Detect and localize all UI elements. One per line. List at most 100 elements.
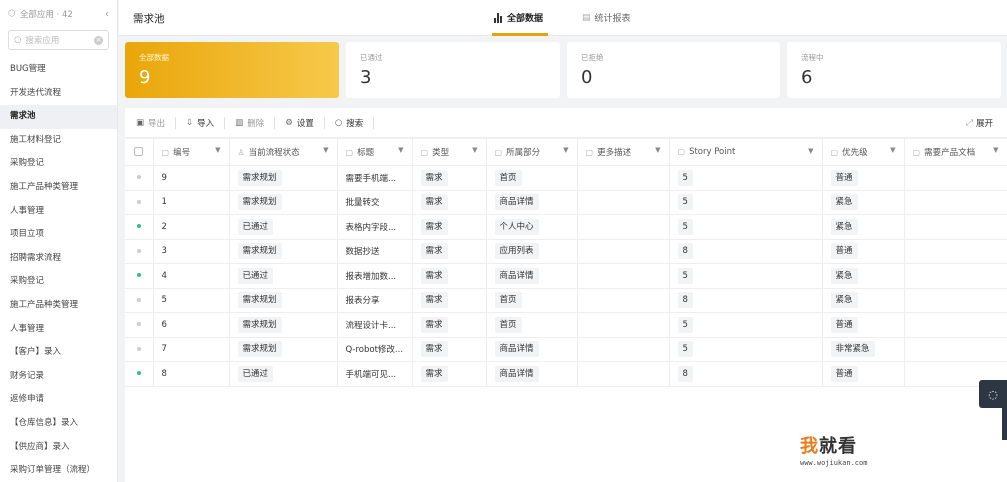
cell-title[interactable]: 流程设计卡... [337,312,413,338]
cell-id[interactable]: 6 [153,312,230,338]
cell-part[interactable]: 商品详情 [486,337,578,362]
cell-doc[interactable] [904,263,1007,289]
sidebar-item[interactable]: 采购订单管理（流程） [0,459,117,482]
row-status-cell[interactable] [125,190,154,215]
table-row[interactable]: 6 需求规划 流程设计卡... 需求 首页 5 普通 [125,312,1007,338]
sidebar-item[interactable]: 施工产品种类管理 [0,176,117,200]
cell-status[interactable]: 已通过 [229,263,338,289]
cell-status[interactable]: 需求规划 [229,239,338,264]
column-header-part[interactable]: ▢ 所属部分 ▼ [486,138,578,166]
stat-card-all[interactable]: 全部数据 9 [125,42,339,98]
select-all-cell[interactable] [125,138,154,166]
table-row[interactable]: 4 已通过 报表增加数... 需求 商品详情 5 紧急 [125,263,1007,289]
sidebar-item[interactable]: 采购登记 [0,152,117,176]
column-menu-icon[interactable]: ▼ [563,146,568,154]
cell-type[interactable]: 需求 [412,312,487,338]
sidebar-item[interactable]: 财务记录 [0,365,117,389]
column-menu-icon[interactable]: ▼ [323,146,328,154]
column-header-status[interactable]: ♙ 当前流程状态 ▼ [229,138,338,166]
cell-desc[interactable] [577,214,670,240]
cell-id[interactable]: 8 [153,361,230,387]
cell-part[interactable]: 首页 [486,312,578,338]
cell-story-point[interactable]: 8 [669,239,823,264]
cell-story-point[interactable]: 5 [669,214,823,240]
sidebar-item[interactable]: 项目立项 [0,223,117,247]
export-button[interactable]: ▣ 导出 [136,117,165,129]
cell-title[interactable]: 报表分享 [337,288,413,313]
search-button[interactable]: ○ 搜索 [335,117,363,129]
cell-id[interactable]: 3 [153,239,230,264]
sidebar-item[interactable]: 返修申请 [0,388,117,412]
stat-card-rejected[interactable]: 已拒绝 0 [567,42,780,98]
cell-part[interactable]: 商品详情 [486,361,578,387]
cell-priority[interactable]: 紧急 [822,263,905,289]
row-status-cell[interactable] [125,337,154,362]
sidebar-item[interactable]: BUG管理 [0,58,117,82]
cell-part[interactable]: 首页 [486,288,578,313]
sidebar-item[interactable]: 招聘需求流程 [0,247,117,271]
chat-button[interactable]: ◌ [979,380,1007,408]
cell-status[interactable]: 已通过 [229,361,338,387]
cell-type[interactable]: 需求 [412,239,487,264]
cell-priority[interactable]: 普通 [822,239,905,264]
column-menu-icon[interactable]: ▼ [993,146,998,154]
cell-id[interactable]: 7 [153,337,230,362]
sidebar-item[interactable]: 采购登记 [0,270,117,294]
stat-card-approved[interactable]: 已通过 3 [346,42,560,98]
cell-doc[interactable] [904,337,1007,362]
cell-id[interactable]: 5 [153,288,230,313]
cell-doc[interactable] [904,288,1007,313]
cell-status[interactable]: 已通过 [229,214,338,240]
cell-status[interactable]: 需求规划 [229,312,338,338]
table-row[interactable]: 7 需求规划 Q-robot修改... 需求 商品详情 5 非常紧急 [125,337,1007,362]
select-all-checkbox[interactable] [134,147,144,156]
tab-all-data[interactable]: 全部数据 [494,11,543,24]
cell-status[interactable]: 需求规划 [229,165,338,191]
cell-title[interactable]: 需要手机端... [337,165,413,191]
sidebar-item[interactable]: 人事管理 [0,200,117,224]
cell-type[interactable]: 需求 [412,190,487,215]
cell-part[interactable]: 首页 [486,165,578,191]
cell-type[interactable]: 需求 [412,165,487,191]
cell-priority[interactable]: 紧急 [822,190,905,215]
cell-title[interactable]: 表格内字段... [337,214,413,240]
column-header-priority[interactable]: ▢ 优先级 ▼ [822,138,905,166]
cell-status[interactable]: 需求规划 [229,337,338,362]
sidebar-item[interactable]: 人事管理 [0,318,117,342]
cell-desc[interactable] [577,361,670,387]
sidebar-item[interactable]: 【仓库信息】录入 [0,412,117,436]
cell-priority[interactable]: 紧急 [822,288,905,313]
cell-title[interactable]: 报表增加数... [337,263,413,289]
row-status-cell[interactable] [125,312,154,338]
cell-desc[interactable] [577,312,670,338]
cell-priority[interactable]: 普通 [822,361,905,387]
column-menu-icon[interactable]: ▼ [472,146,477,154]
cell-type[interactable]: 需求 [412,263,487,289]
cell-doc[interactable] [904,214,1007,240]
row-status-cell[interactable] [125,214,154,240]
sidebar-item[interactable]: 施工材料登记 [0,129,117,153]
column-header-title[interactable]: ▢ 标题 ▼ [337,138,413,166]
sidebar-item[interactable]: 开发迭代流程 [0,82,117,106]
cell-id[interactable]: 9 [153,165,230,191]
settings-button[interactable]: ⚙ 设置 [285,117,314,129]
row-status-cell[interactable] [125,165,154,191]
cell-part[interactable]: 商品详情 [486,190,578,215]
collapse-sidebar-icon[interactable]: ‹ [105,9,109,20]
column-header-story-point[interactable]: ▢ Story Point ▼ [669,138,823,166]
column-menu-icon[interactable]: ▼ [215,146,220,154]
cell-priority[interactable]: 普通 [822,312,905,338]
cell-title[interactable]: 批量转交 [337,190,413,215]
column-header-desc[interactable]: ▢ 更多描述 ▼ [577,138,670,166]
cell-part[interactable]: 商品详情 [486,263,578,289]
cell-status[interactable]: 需求规划 [229,190,338,215]
delete-button[interactable]: ▥ 删除 [235,117,264,129]
cell-type[interactable]: 需求 [412,214,487,240]
cell-title[interactable]: 数据抄送 [337,239,413,264]
cell-type[interactable]: 需求 [412,288,487,313]
cell-title[interactable]: 手机端可见... [337,361,413,387]
expand-button[interactable]: ⤢ 展开 [966,117,993,129]
column-menu-icon[interactable]: ▼ [808,147,813,155]
stat-card-in-process[interactable]: 流程中 6 [787,42,1001,98]
cell-type[interactable]: 需求 [412,337,487,362]
